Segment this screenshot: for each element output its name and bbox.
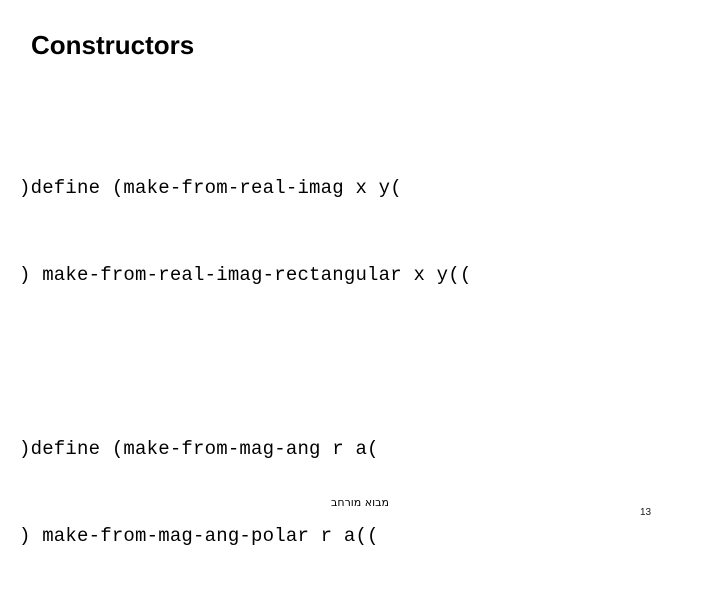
code-line: )define (make-from-mag-ang r a( xyxy=(19,438,379,460)
page-title: Constructors xyxy=(31,30,195,60)
footer-course-name: מבוא מורחב xyxy=(331,496,389,509)
slide-body: )define (make-from-real-imag x y( ) make… xyxy=(19,116,701,609)
code-block-make-from-real-imag: )define (make-from-real-imag x y( ) make… xyxy=(19,116,701,348)
slide-canvas: Constructors )define (make-from-real-ima… xyxy=(0,0,720,547)
code-line: ) make-from-real-imag-rectangular x y(( xyxy=(19,264,472,286)
code-line: ) make-from-mag-ang-polar r a(( xyxy=(19,525,379,547)
code-block-make-from-mag-ang: )define (make-from-mag-ang r a( ) make-f… xyxy=(19,377,701,609)
code-line: )define (make-from-real-imag x y( xyxy=(19,177,402,199)
page-number: 13 xyxy=(640,507,652,518)
